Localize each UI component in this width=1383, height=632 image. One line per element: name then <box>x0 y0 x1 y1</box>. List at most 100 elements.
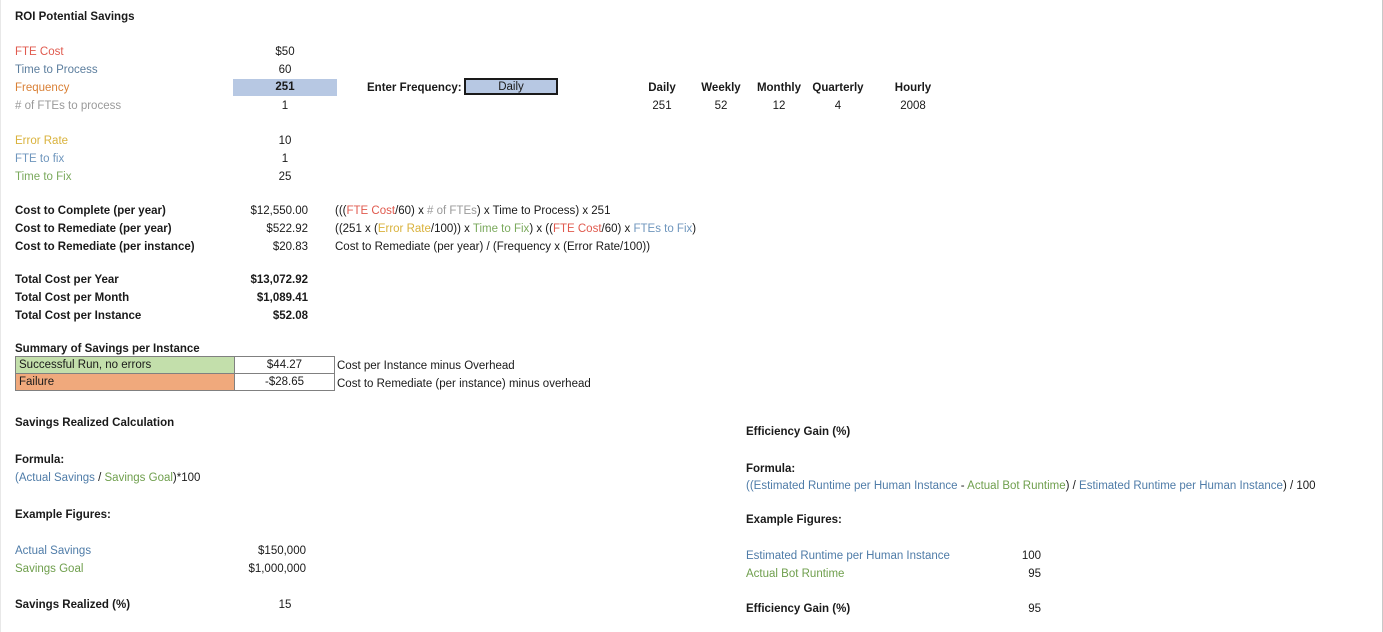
value-fte-cost[interactable]: $50 <box>233 46 337 58</box>
label-time-to-fix: Time to Fix <box>15 171 72 183</box>
value-time-to-process[interactable]: 60 <box>233 64 337 76</box>
value-cost-to-remediate-instance: $20.83 <box>272 241 308 253</box>
value-time-to-fix[interactable]: 25 <box>233 171 337 183</box>
formula-cost-to-remediate-instance: Cost to Remediate (per year) / (Frequenc… <box>335 241 650 253</box>
summary-note-failure: Cost to Remediate (per instance) minus o… <box>337 378 591 390</box>
summary-label-failure: Failure <box>15 373 235 391</box>
savings-value-actual: $150,000 <box>258 545 306 557</box>
value-total-cost-month: $1,089.41 <box>256 292 308 304</box>
formula-token: ) <box>692 223 697 235</box>
label-time-to-process: Time to Process <box>15 64 98 76</box>
label-cost-to-complete-year: Cost to Complete (per year) <box>15 205 166 217</box>
savings-label-actual: Actual Savings <box>15 545 92 557</box>
efficiency-formula-label: Formula: <box>746 463 796 475</box>
formula-token: /60) x <box>395 205 428 217</box>
page-title: ROI Potential Savings <box>15 11 135 23</box>
freq-value-weekly: 52 <box>714 100 728 112</box>
value-total-cost-year: $13,072.92 <box>250 274 308 286</box>
formula-token: Error Rate <box>377 223 431 235</box>
formula-token: /100)) x <box>430 223 473 235</box>
value-error-rate[interactable]: 10 <box>233 135 337 147</box>
efficiency-value-actual: 95 <box>1028 568 1041 580</box>
formula-token: ) / 100 <box>1282 480 1316 492</box>
efficiency-value-estimated: 100 <box>1021 550 1041 562</box>
formula-token: Actual Savings <box>18 472 95 484</box>
savings-result-label: Savings Realized (%) <box>15 599 131 611</box>
label-total-cost-year: Total Cost per Year <box>15 274 119 286</box>
formula-token: ) x 251 <box>575 205 611 217</box>
formula-token: Time to Process <box>492 205 576 217</box>
freq-value-daily: 251 <box>652 100 672 112</box>
formula-token: / <box>94 472 105 484</box>
table-row: Successful Run, no errors $44.27 <box>15 356 335 374</box>
summary-label-success: Successful Run, no errors <box>15 356 235 374</box>
table-row: Failure -$28.65 <box>15 373 335 391</box>
savings-example-label: Example Figures: <box>15 509 111 521</box>
freq-value-monthly: 12 <box>772 100 786 112</box>
label-num-ftes: # of FTEs to process <box>15 100 122 112</box>
savings-formula-label: Formula: <box>15 454 65 466</box>
formula-token: - <box>957 480 968 492</box>
label-fte-to-fix: FTE to fix <box>15 153 65 165</box>
value-num-ftes[interactable]: 1 <box>233 100 337 112</box>
formula-token: Estimated Runtime per Human Instance <box>753 480 958 492</box>
label-fte-cost: FTE Cost <box>15 46 64 58</box>
formula-cost-to-remediate-year: ((251 x (Error Rate/100)) x Time to Fix)… <box>335 223 696 235</box>
efficiency-result-label: Efficiency Gain (%) <box>746 603 851 615</box>
freq-header-quarterly: Quarterly <box>812 82 864 94</box>
value-total-cost-instance: $52.08 <box>272 310 308 322</box>
formula-token: ((( <box>335 205 347 217</box>
label-cost-to-remediate-year: Cost to Remediate (per year) <box>15 223 172 235</box>
summary-note-success: Cost per Instance minus Overhead <box>337 360 515 372</box>
value-cost-to-complete-year: $12,550.00 <box>250 205 308 217</box>
savings-label-goal: Savings Goal <box>15 563 84 575</box>
formula-token: FTE Cost <box>552 223 602 235</box>
efficiency-label-estimated: Estimated Runtime per Human Instance <box>746 550 950 562</box>
efficiency-heading: Efficiency Gain (%) <box>746 426 851 438</box>
savings-result-value: 15 <box>278 599 292 611</box>
label-cost-to-remediate-instance: Cost to Remediate (per instance) <box>15 241 195 253</box>
freq-header-hourly: Hourly <box>894 82 932 94</box>
formula-token: ) / <box>1065 480 1080 492</box>
formula-token: ) x (( <box>529 223 553 235</box>
label-frequency: Frequency <box>15 82 70 94</box>
formula-token: Cost to Remediate (per year) / (Frequenc… <box>335 241 651 253</box>
formula-token: # of FTEs <box>427 205 477 217</box>
freq-header-daily: Daily <box>648 82 676 94</box>
value-frequency[interactable]: 251 <box>233 79 337 96</box>
formula-token: FTEs to Fix <box>633 223 693 235</box>
formula-token: Savings Goal <box>104 472 173 484</box>
summary-value-success: $44.27 <box>234 356 335 374</box>
efficiency-label-actual: Actual Bot Runtime <box>746 568 845 580</box>
formula-token: Estimated Runtime per Human Instance <box>1079 480 1283 492</box>
summary-value-failure: -$28.65 <box>234 373 335 391</box>
frequency-select[interactable]: Daily <box>464 78 558 95</box>
label-error-rate: Error Rate <box>15 135 69 147</box>
formula-token: FTE Cost <box>346 205 396 217</box>
formula-token: (( <box>746 480 754 492</box>
enter-frequency-label: Enter Frequency: <box>367 82 462 94</box>
value-cost-to-remediate-year: $522.92 <box>266 223 308 235</box>
efficiency-example-label: Example Figures: <box>746 514 842 526</box>
summary-heading: Summary of Savings per Instance <box>15 343 200 355</box>
savings-formula: (Actual Savings / Savings Goal)*100 <box>15 472 200 484</box>
freq-header-monthly: Monthly <box>756 82 802 94</box>
formula-cost-to-complete-year: (((FTE Cost/60) x # of FTEs) x Time to P… <box>335 205 610 217</box>
savings-heading: Savings Realized Calculation <box>15 417 175 429</box>
label-total-cost-instance: Total Cost per Instance <box>15 310 142 322</box>
formula-token: Actual Bot Runtime <box>967 480 1066 492</box>
formula-token: ((251 x ( <box>335 223 378 235</box>
roi-worksheet: ROI Potential Savings FTE Cost Time to P… <box>0 0 1383 632</box>
formula-token: )*100 <box>172 472 201 484</box>
freq-header-weekly: Weekly <box>701 82 741 94</box>
formula-token: Time to Fix <box>472 223 530 235</box>
summary-table: Successful Run, no errors $44.27 Failure… <box>15 356 335 391</box>
efficiency-formula: ((Estimated Runtime per Human Instance -… <box>746 480 1316 492</box>
label-total-cost-month: Total Cost per Month <box>15 292 130 304</box>
freq-value-quarterly: 4 <box>834 100 842 112</box>
freq-value-hourly: 2008 <box>900 100 926 112</box>
formula-token: ) x <box>476 205 493 217</box>
value-fte-to-fix[interactable]: 1 <box>233 153 337 165</box>
formula-token: /60) x <box>601 223 634 235</box>
efficiency-result-value: 95 <box>1028 603 1041 615</box>
